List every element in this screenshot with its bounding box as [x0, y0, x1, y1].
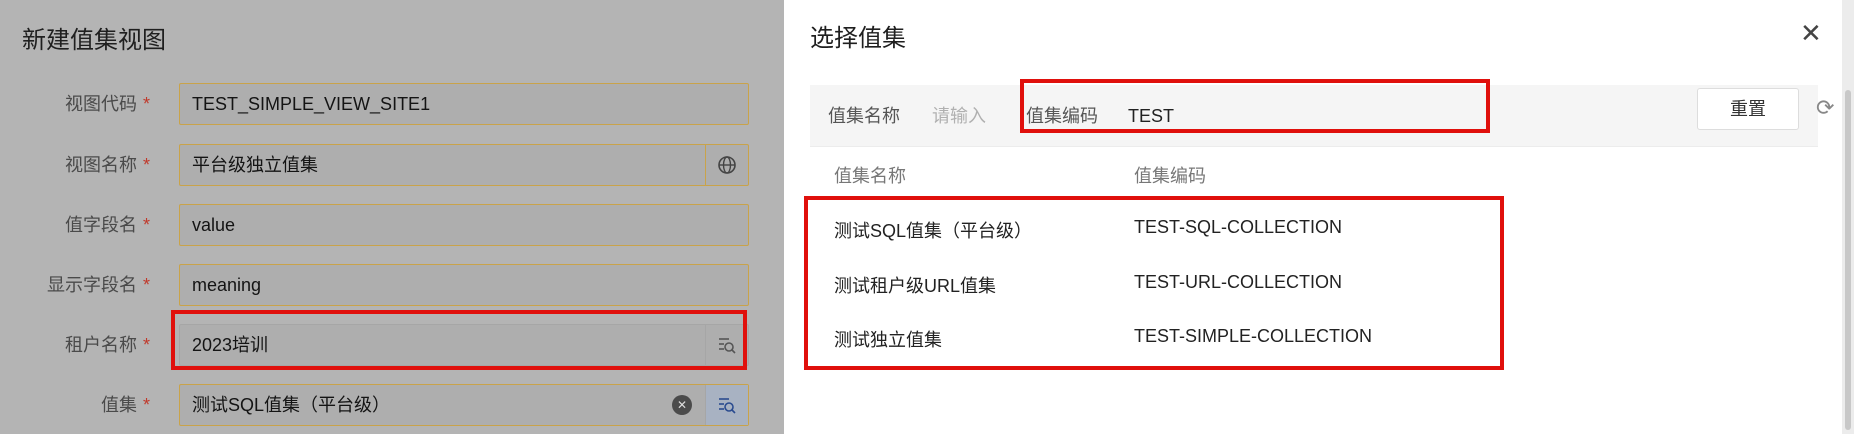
- modal-title: 选择值集: [810, 25, 906, 52]
- field-label: 显示字段名: [46, 275, 137, 295]
- field-row-value-field: 值字段名 * value: [0, 203, 784, 247]
- value-field-input[interactable]: value: [179, 204, 749, 246]
- name-filter-label: 值集名称: [828, 106, 900, 126]
- field-value: meaning: [192, 275, 262, 295]
- clear-icon[interactable]: ✕: [672, 395, 692, 415]
- required-mark: *: [142, 275, 150, 295]
- required-mark: *: [142, 395, 150, 415]
- field-value: 测试SQL值集（平台级）: [192, 395, 391, 415]
- required-mark: *: [142, 215, 150, 235]
- field-label: 租户名称: [64, 335, 137, 355]
- view-name-input[interactable]: 平台级独立值集: [179, 144, 749, 186]
- display-field-input[interactable]: meaning: [179, 264, 749, 306]
- field-row-display-field: 显示字段名 * meaning: [0, 263, 784, 307]
- highlight-box-tenant: [171, 310, 747, 370]
- column-header-code: 值集编码: [1134, 166, 1206, 186]
- form-panel: 新建值集视图 视图代码 * TEST_SIMPLE_VIEW_SITE1 视图名称…: [0, 0, 784, 434]
- field-label: 视图代码: [64, 94, 137, 114]
- required-mark: *: [142, 335, 150, 355]
- field-label: 值集: [100, 395, 137, 415]
- page-title: 新建值集视图: [22, 27, 166, 54]
- name-filter-input[interactable]: 请输入: [932, 85, 986, 147]
- close-icon[interactable]: ✕: [1800, 20, 1822, 46]
- refresh-icon[interactable]: ⟳: [1816, 95, 1834, 121]
- field-row-view-name: 视图名称 * 平台级独立值集: [0, 143, 784, 187]
- highlight-box-code-filter: [1020, 79, 1490, 133]
- field-label: 值字段名: [64, 215, 137, 235]
- required-mark: *: [142, 155, 150, 175]
- field-row-value-set: 值集 * 测试SQL值集（平台级） ✕: [0, 383, 784, 427]
- scrollbar[interactable]: [1842, 0, 1854, 434]
- scrollbar-thumb[interactable]: [1845, 90, 1851, 430]
- reset-button[interactable]: 重置: [1697, 88, 1799, 130]
- required-mark: *: [142, 94, 150, 114]
- select-value-set-modal: 选择值集 ✕ 值集名称 请输入 值集编码 TEST 重置 ⟳ 值集名称 值集编码…: [784, 0, 1842, 434]
- value-set-input[interactable]: 测试SQL值集（平台级） ✕: [179, 384, 749, 426]
- lookup-icon[interactable]: [705, 385, 748, 425]
- field-value: TEST_SIMPLE_VIEW_SITE1: [192, 94, 431, 114]
- column-header-name: 值集名称: [834, 166, 906, 186]
- globe-icon[interactable]: [705, 145, 748, 185]
- field-value: 平台级独立值集: [192, 155, 318, 175]
- highlight-box-results: [804, 196, 1504, 370]
- view-code-input[interactable]: TEST_SIMPLE_VIEW_SITE1: [179, 83, 749, 125]
- field-value: value: [192, 215, 236, 235]
- field-label: 视图名称: [64, 155, 137, 175]
- field-row-view-code: 视图代码 * TEST_SIMPLE_VIEW_SITE1: [0, 82, 784, 126]
